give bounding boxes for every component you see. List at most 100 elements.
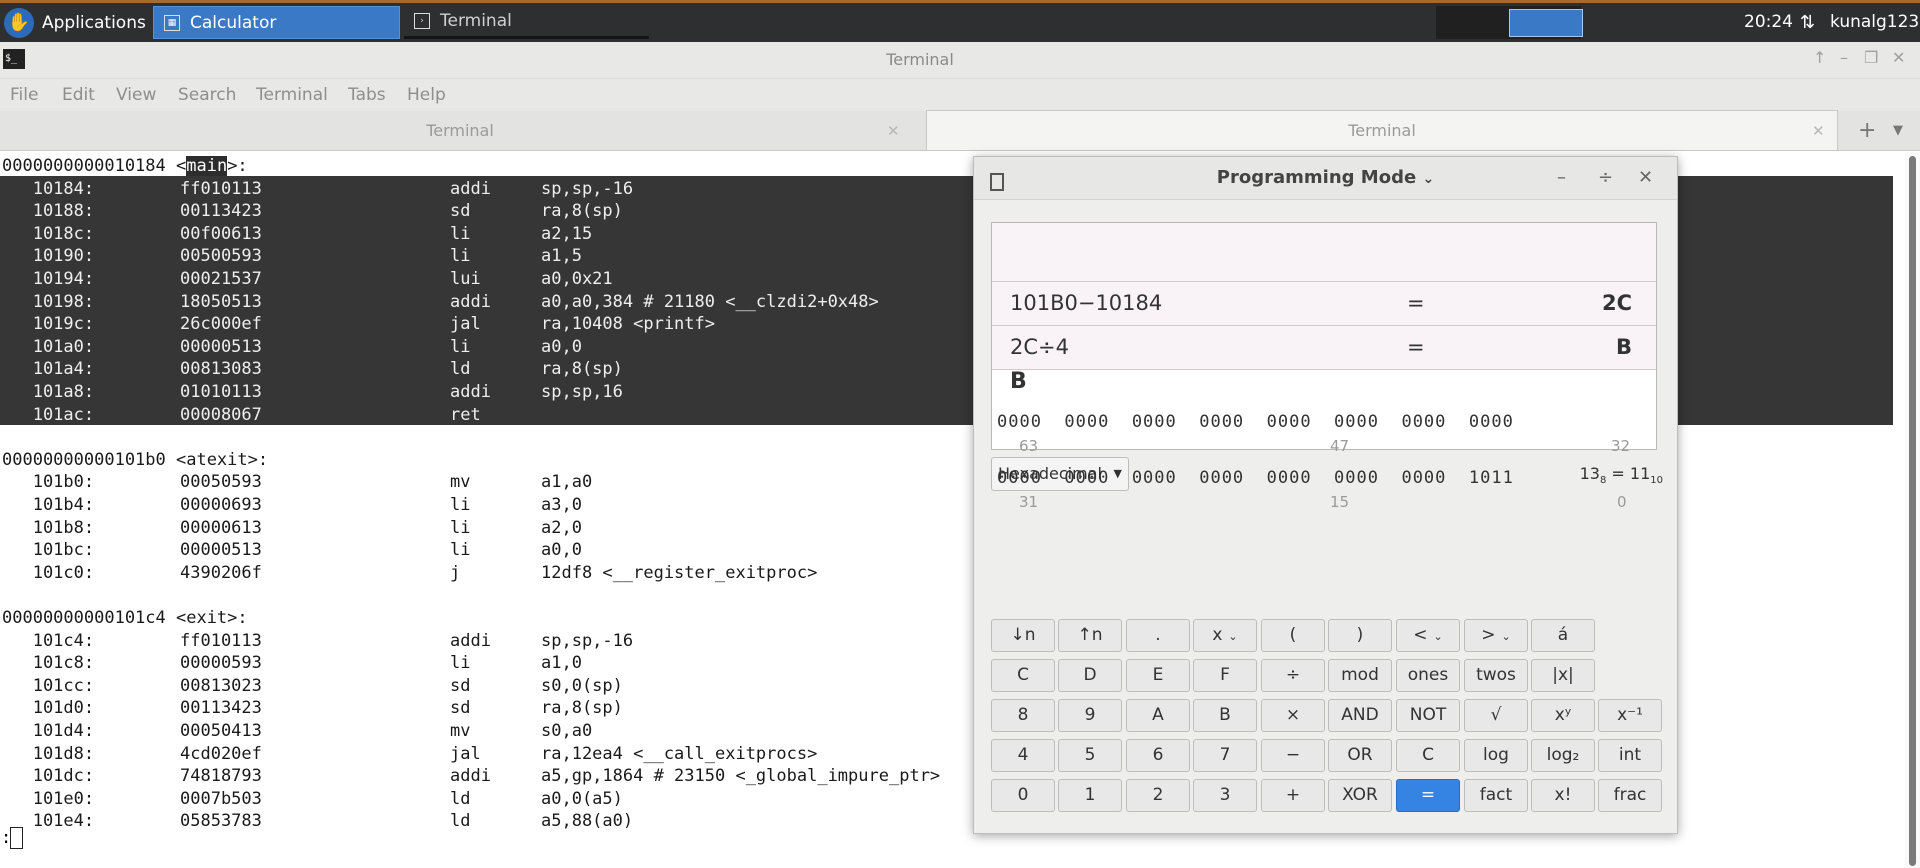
key-button[interactable]: |x| bbox=[1531, 659, 1595, 692]
scrollbar-thumb[interactable] bbox=[1909, 156, 1916, 866]
key-label: int bbox=[1618, 745, 1642, 765]
key-button[interactable]: C bbox=[991, 659, 1055, 692]
key-button[interactable]: 7 bbox=[1193, 739, 1257, 772]
key-button[interactable]: ÷ bbox=[1261, 659, 1325, 692]
line-mnem: addi bbox=[450, 291, 491, 312]
key-button[interactable]: log₂ bbox=[1531, 739, 1595, 772]
tab-terminal-1[interactable]: Terminal ✕ bbox=[0, 111, 920, 151]
calculator-entry[interactable]: B bbox=[1010, 369, 1027, 394]
menu-terminal[interactable]: Terminal bbox=[256, 79, 328, 111]
tab-close-icon[interactable]: ✕ bbox=[887, 111, 900, 151]
maximize-icon[interactable]: ❐ bbox=[1864, 48, 1878, 67]
key-button[interactable]: NOT bbox=[1396, 699, 1460, 732]
menu-help[interactable]: Help bbox=[407, 79, 446, 111]
menu-search[interactable]: Search bbox=[178, 79, 236, 111]
key-button[interactable]: 5 bbox=[1058, 739, 1122, 772]
key-button[interactable]: x⁻¹ bbox=[1598, 699, 1662, 732]
key-button[interactable]: . bbox=[1126, 619, 1190, 652]
maximize-icon[interactable]: ÷ bbox=[1598, 157, 1613, 199]
key-button[interactable]: B bbox=[1193, 699, 1257, 732]
line-mnem: sd bbox=[450, 698, 471, 719]
bit-panel-low[interactable]: 0000 0000 0000 0000 0000 0000 0000 1011 bbox=[997, 468, 1637, 488]
key-button[interactable]: √ bbox=[1464, 699, 1528, 732]
taskbar-calculator-button[interactable]: ▦ Calculator bbox=[153, 6, 400, 39]
key-button[interactable]: OR bbox=[1328, 739, 1392, 772]
key-button[interactable]: 9 bbox=[1058, 699, 1122, 732]
tab-terminal-2[interactable]: Terminal ✕ bbox=[926, 110, 1838, 150]
key-button[interactable]: twos bbox=[1464, 659, 1528, 692]
menu-file[interactable]: File bbox=[10, 79, 38, 111]
key-button[interactable]: 0 bbox=[991, 779, 1055, 812]
key-button[interactable]: 6 bbox=[1126, 739, 1190, 772]
key-button[interactable]: á bbox=[1531, 619, 1595, 652]
key-button[interactable]: ↓n bbox=[991, 619, 1055, 652]
close-icon[interactable]: ✕ bbox=[1892, 48, 1905, 67]
tabs-menu-icon[interactable]: ▼ bbox=[1893, 111, 1903, 151]
close-icon[interactable]: ✕ bbox=[1638, 157, 1653, 199]
menu-view[interactable]: View bbox=[116, 79, 156, 111]
new-tab-icon[interactable]: + bbox=[1858, 111, 1876, 151]
key-button[interactable]: × bbox=[1261, 699, 1325, 732]
history-row[interactable]: 2C÷4 = B bbox=[992, 326, 1656, 370]
key-button[interactable]: > ⌄ bbox=[1464, 619, 1528, 652]
bit-panel-high[interactable]: 0000 0000 0000 0000 0000 0000 0000 0000 bbox=[997, 412, 1637, 432]
key-button[interactable]: F bbox=[1193, 659, 1257, 692]
key-button[interactable]: ( bbox=[1261, 619, 1325, 652]
line-code: ff010113 bbox=[180, 630, 262, 651]
key-button[interactable]: 1 bbox=[1058, 779, 1122, 812]
key-button[interactable]: D bbox=[1058, 659, 1122, 692]
line-mnem: mv bbox=[450, 721, 471, 741]
line-args: a1,5 bbox=[541, 246, 582, 267]
bit-label: 47 bbox=[1330, 437, 1350, 455]
key-button[interactable]: frac bbox=[1598, 779, 1662, 812]
key-button[interactable]: − bbox=[1261, 739, 1325, 772]
applications-menu-button[interactable]: ✋ Applications bbox=[0, 3, 146, 42]
menu-edit[interactable]: Edit bbox=[62, 79, 95, 111]
minimize-icon[interactable]: – bbox=[1557, 157, 1566, 199]
keep-above-icon[interactable]: ↑ bbox=[1813, 48, 1826, 67]
terminal-title: Terminal bbox=[886, 50, 954, 69]
key-button[interactable]: int bbox=[1598, 739, 1662, 772]
key-button[interactable]: 2 bbox=[1126, 779, 1190, 812]
key-button[interactable]: mod bbox=[1328, 659, 1392, 692]
key-button[interactable]: A bbox=[1126, 699, 1190, 732]
history-row[interactable]: 101B0−10184 = 2C bbox=[992, 282, 1656, 326]
workspace-active[interactable] bbox=[1509, 9, 1583, 37]
key-button[interactable]: x! bbox=[1531, 779, 1595, 812]
line-code: 00000613 bbox=[180, 517, 262, 538]
key-label: x! bbox=[1554, 785, 1572, 805]
key-label: x⁻¹ bbox=[1617, 705, 1643, 725]
key-button[interactable]: = bbox=[1396, 779, 1460, 812]
tab-close-icon[interactable]: ✕ bbox=[1812, 111, 1825, 151]
clock[interactable]: 20:24 bbox=[1744, 3, 1793, 42]
key-button[interactable]: E bbox=[1126, 659, 1190, 692]
key-button[interactable]: < ⌄ bbox=[1396, 619, 1460, 652]
key-button[interactable]: C bbox=[1396, 739, 1460, 772]
line-addr: 10194: bbox=[2, 269, 95, 289]
key-button[interactable]: ↑n bbox=[1058, 619, 1122, 652]
key-button[interactable]: 8 bbox=[991, 699, 1055, 732]
minimize-icon[interactable]: – bbox=[1840, 48, 1848, 67]
user-menu[interactable]: kunalg123 bbox=[1830, 3, 1919, 42]
terminal-titlebar[interactable]: $_ Terminal ↑ – ❐ ✕ bbox=[0, 42, 1920, 79]
key-button[interactable]: fact bbox=[1464, 779, 1528, 812]
line-code: 00000593 bbox=[180, 653, 262, 674]
taskbar-terminal-button[interactable]: › Terminal bbox=[404, 6, 649, 39]
key-button[interactable]: AND bbox=[1328, 699, 1392, 732]
network-icon[interactable]: ⇅ bbox=[1800, 3, 1815, 42]
terminal-scrollbar[interactable] bbox=[1905, 152, 1920, 868]
menu-tabs[interactable]: Tabs bbox=[348, 79, 386, 111]
calculator-titlebar[interactable]: Programming Mode ⌄ – ÷ ✕ bbox=[974, 157, 1677, 200]
key-button[interactable]: 3 bbox=[1193, 779, 1257, 812]
key-button[interactable]: + bbox=[1261, 779, 1325, 812]
key-button[interactable]: ) bbox=[1328, 619, 1392, 652]
key-button[interactable]: log bbox=[1464, 739, 1528, 772]
mode-menu-button[interactable]: Programming Mode ⌄ bbox=[974, 157, 1677, 200]
bit-label: 63 bbox=[1019, 437, 1039, 455]
key-button[interactable]: XOR bbox=[1328, 779, 1392, 812]
key-label: F bbox=[1220, 665, 1230, 685]
key-button[interactable]: ones bbox=[1396, 659, 1460, 692]
key-button[interactable]: x ⌄ bbox=[1193, 619, 1257, 652]
key-button[interactable]: 4 bbox=[991, 739, 1055, 772]
key-button[interactable]: xʸ bbox=[1531, 699, 1595, 732]
